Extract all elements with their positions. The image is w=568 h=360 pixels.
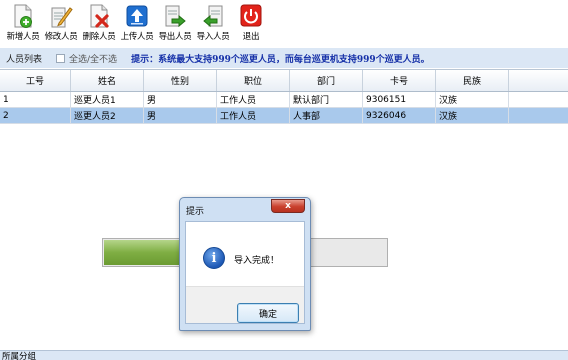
table-header: 工号 姓名 性别 职位 部门 卡号 民族 [0,70,568,92]
upload-icon [126,5,148,27]
cell-gender: 男 [144,108,217,123]
delete-person-label: 删除人员 [82,32,116,42]
select-all-checkbox[interactable] [56,53,66,63]
column-header-department[interactable]: 部门 [290,70,363,91]
exit-button[interactable]: 退出 [232,0,270,46]
add-person-icon [14,4,32,28]
cell-gender: 男 [144,92,217,107]
cell-position: 工作人员 [217,92,290,107]
cell-ethnicity: 汉族 [436,92,509,107]
info-icon: i [203,247,225,269]
table-row-selected[interactable]: 2 巡更人员2 男 工作人员 人事部 9326046 汉族 [0,108,568,124]
info-bar: 人员列表 全选/全不选 提示：系统最大支持999个巡更人员，而每台巡更机支持99… [0,48,568,68]
dialog-close-button[interactable]: x [271,199,305,213]
cell-card: 9306151 [363,92,436,107]
progress-fill [104,240,181,265]
cell-id: 2 [0,108,71,123]
toolbar: 新增人员 修改人员 删除人员 上传人员 导出人员 导入人员 退出 [0,0,568,46]
dialog-title: 提示 [186,207,205,217]
column-header-position[interactable]: 职位 [217,70,290,91]
cell-ethnicity: 汉族 [436,108,509,123]
delete-person-button[interactable]: 删除人员 [80,0,118,46]
column-header-gender[interactable]: 性别 [144,70,217,91]
import-person-button[interactable]: 导入人员 [194,0,232,46]
capacity-tip: 提示：系统最大支持999个巡更人员，而每台巡更机支持999个巡更人员。 [131,54,430,65]
import-complete-dialog: 提示 x i 导入完成！ 确定 [179,197,311,331]
group-footer: 所属分组 [0,350,568,360]
export-person-button[interactable]: 导出人员 [156,0,194,46]
cell-name: 巡更人员1 [71,92,144,107]
power-icon [240,4,262,27]
delete-person-icon [90,4,109,28]
upload-person-button[interactable]: 上传人员 [118,0,156,46]
table-row[interactable]: 1 巡更人员1 男 工作人员 默认部门 9306151 汉族 [0,92,568,108]
exit-label: 退出 [242,32,260,42]
add-person-label: 新增人员 [6,32,40,42]
column-header-id[interactable]: 工号 [0,70,71,91]
export-icon [165,5,186,28]
column-header-card[interactable]: 卡号 [363,70,436,91]
column-header-filler [509,70,568,91]
import-icon [203,5,223,28]
column-header-ethnicity[interactable]: 民族 [436,70,509,91]
close-icon: x [285,201,291,211]
export-person-label: 导出人员 [158,32,192,42]
cell-card: 9326046 [363,108,436,123]
column-header-name[interactable]: 姓名 [71,70,144,91]
dialog-message: 导入完成！ [234,256,280,266]
cell-id: 1 [0,92,71,107]
cell-filler [509,92,568,107]
person-list-title: 人员列表 [6,54,43,65]
upload-person-label: 上传人员 [120,32,154,42]
import-person-label: 导入人员 [196,32,230,42]
edit-person-icon [51,7,73,28]
select-all-label[interactable]: 全选/全不选 [69,52,117,65]
cell-department: 默认部门 [290,92,363,107]
ok-button[interactable]: 确定 [237,303,299,323]
edit-person-label: 修改人员 [44,32,78,42]
cell-name: 巡更人员2 [71,108,144,123]
edit-person-button[interactable]: 修改人员 [42,0,80,46]
cell-filler [509,108,568,123]
cell-department: 人事部 [290,108,363,123]
cell-position: 工作人员 [217,108,290,123]
group-label: 所属分组 [2,352,37,360]
add-person-button[interactable]: 新增人员 [4,0,42,46]
